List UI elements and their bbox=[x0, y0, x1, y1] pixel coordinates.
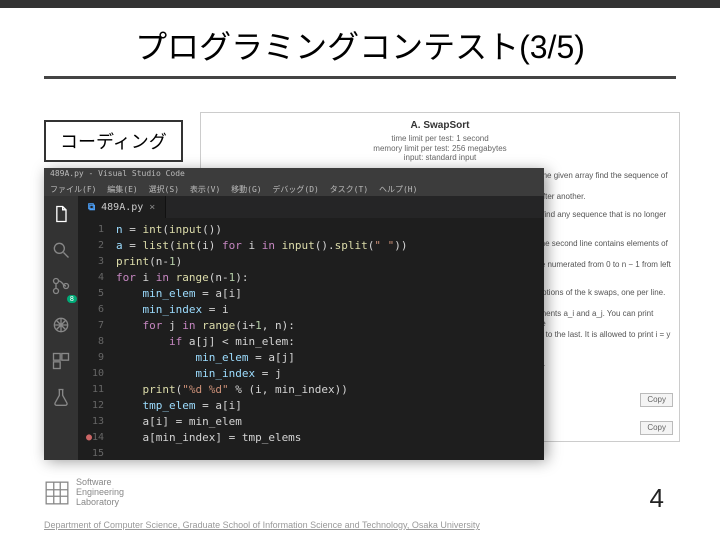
line-gutter: 12345678910111213●1415 bbox=[78, 218, 110, 460]
window-titlebar: 489A.py - Visual Studio Code bbox=[44, 168, 544, 184]
copy-button[interactable]: Copy bbox=[640, 421, 673, 435]
extensions-icon[interactable] bbox=[51, 351, 71, 371]
debug-icon[interactable] bbox=[51, 315, 71, 335]
logo-line3: Laboratory bbox=[76, 498, 124, 508]
menu-edit[interactable]: 編集(E) bbox=[107, 185, 137, 194]
page-number: 4 bbox=[650, 483, 664, 514]
search-icon[interactable] bbox=[51, 240, 71, 260]
tab-bar: ⧉ 489A.py × bbox=[78, 196, 544, 218]
close-icon[interactable]: × bbox=[149, 202, 155, 213]
menu-file[interactable]: ファイル(F) bbox=[50, 185, 96, 194]
menu-view[interactable]: 表示(V) bbox=[190, 185, 220, 194]
menu-debug[interactable]: デバッグ(D) bbox=[272, 185, 318, 194]
tab-label: 489A.py bbox=[101, 202, 143, 213]
problem-meta2: memory limit per test: 256 megabytes bbox=[209, 144, 671, 154]
problem-meta3: input: standard input bbox=[209, 153, 671, 163]
problem-title: A. SwapSort bbox=[209, 119, 671, 132]
menu-tasks[interactable]: タスク(T) bbox=[330, 185, 368, 194]
title-underline bbox=[44, 76, 676, 79]
files-icon[interactable] bbox=[51, 204, 71, 224]
slide: プログラミングコンテスト(3/5) コーディング A. SwapSort tim… bbox=[0, 0, 720, 540]
python-file-icon: ⧉ bbox=[88, 202, 95, 213]
slide-title: プログラミングコンテスト(3/5) bbox=[0, 22, 720, 68]
menu-selection[interactable]: 選択(S) bbox=[149, 185, 179, 194]
editor-area: ⧉ 489A.py × 12345678910111213●1415 n = i… bbox=[78, 196, 544, 460]
tab-489a-py[interactable]: ⧉ 489A.py × bbox=[78, 196, 166, 218]
beaker-icon[interactable] bbox=[51, 387, 71, 407]
section-label: コーディング bbox=[44, 120, 183, 162]
activity-bar bbox=[44, 196, 78, 460]
menu-help[interactable]: ヘルプ(H) bbox=[379, 185, 417, 194]
menu-go[interactable]: 移動(G) bbox=[231, 185, 261, 194]
code-area[interactable]: 12345678910111213●1415 n = int(input())a… bbox=[78, 218, 544, 460]
problem-meta1: time limit per test: 1 second bbox=[209, 134, 671, 144]
copy-button[interactable]: Copy bbox=[640, 393, 673, 407]
department-footer: Department of Computer Science, Graduate… bbox=[44, 520, 480, 530]
vscode-window: 489A.py - Visual Studio Code ファイル(F) 編集(… bbox=[44, 168, 544, 458]
logo-icon bbox=[44, 480, 70, 506]
lab-logo: Software Engineering Laboratory bbox=[44, 478, 124, 508]
source-code[interactable]: n = int(input())a = list(int(i) for i in… bbox=[110, 218, 544, 460]
scm-icon[interactable] bbox=[51, 276, 71, 299]
menu-bar: ファイル(F) 編集(E) 選択(S) 表示(V) 移動(G) デバッグ(D) … bbox=[44, 184, 544, 196]
slide-top-stripe bbox=[0, 0, 720, 8]
